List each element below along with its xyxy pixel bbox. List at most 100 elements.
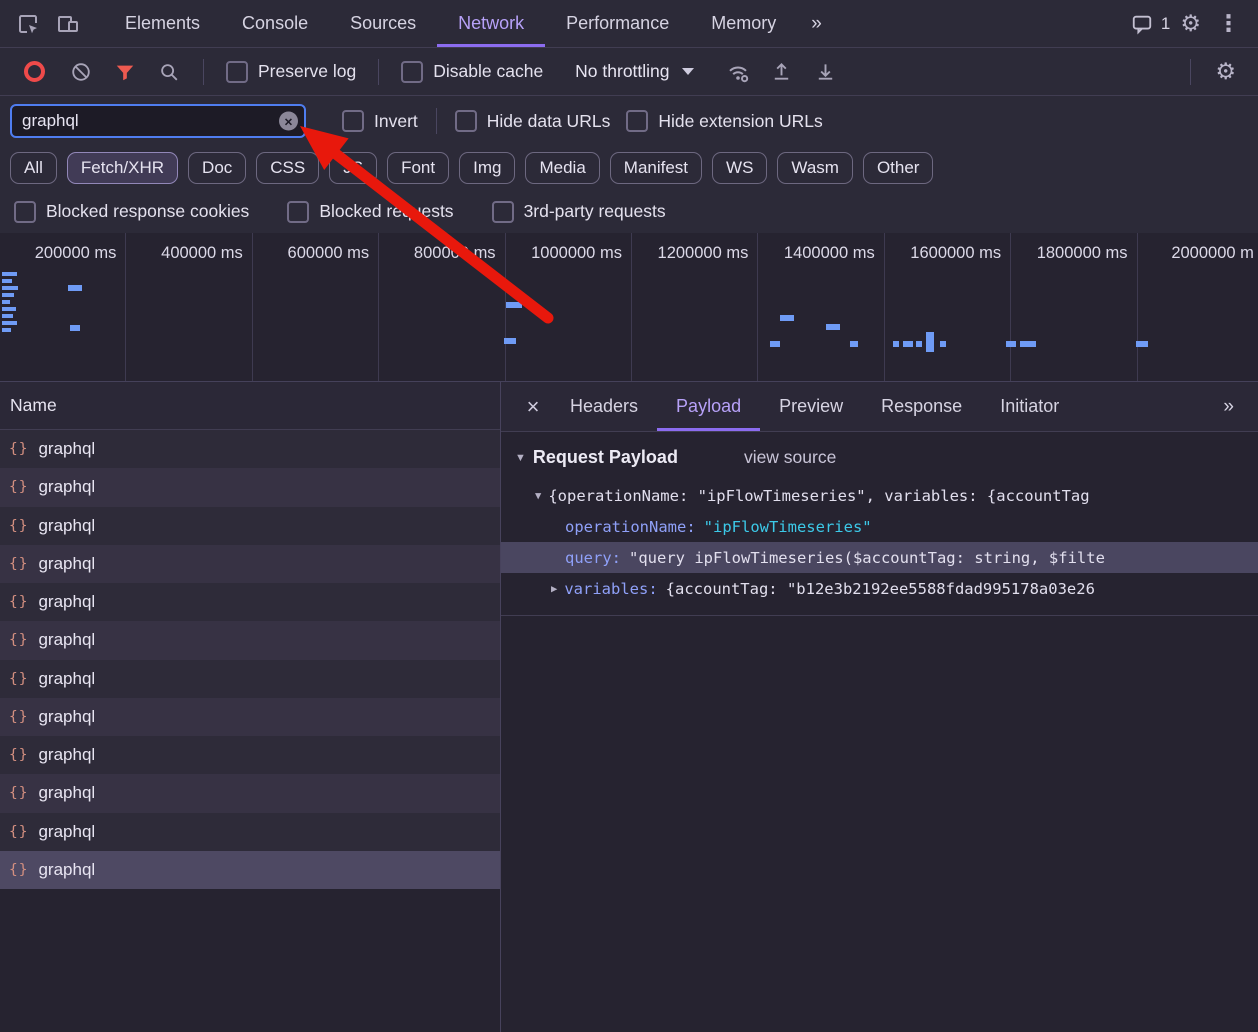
- request-row[interactable]: {} graphql: [0, 621, 500, 660]
- devtools-tab[interactable]: Network: [437, 0, 546, 47]
- close-details-icon[interactable]: ×: [515, 394, 551, 420]
- third-party-requests-checkbox[interactable]: 3rd-party requests: [491, 200, 666, 223]
- request-row[interactable]: {} graphql: [0, 430, 500, 469]
- type-filter-chip[interactable]: Manifest: [609, 152, 703, 184]
- payload-variables-line[interactable]: ▶ variables: {accountTag: "b12e3b2192ee5…: [501, 573, 1258, 604]
- waterfall-bar: [70, 325, 80, 331]
- disclosure-expanded-icon[interactable]: ▼: [515, 452, 526, 464]
- details-tab[interactable]: Headers: [551, 382, 657, 431]
- request-row[interactable]: {} graphql: [0, 583, 500, 622]
- view-source-link[interactable]: view source: [744, 447, 836, 468]
- fetch-xhr-icon: {}: [9, 861, 29, 878]
- type-filter-chip[interactable]: Font: [387, 152, 450, 184]
- network-settings-gear-icon[interactable]: ⚙: [1205, 60, 1246, 83]
- waterfall-bar: [1020, 341, 1036, 347]
- filter-funnel-icon[interactable]: [105, 52, 145, 92]
- throttling-select[interactable]: No throttling: [575, 61, 694, 82]
- import-har-icon[interactable]: [762, 52, 802, 92]
- devtools-tab[interactable]: Memory: [690, 0, 797, 47]
- type-filter-chip[interactable]: WS: [712, 152, 768, 184]
- details-tab[interactable]: Payload: [657, 382, 761, 431]
- type-filter-chip[interactable]: Other: [862, 152, 934, 184]
- devtools-tab[interactable]: Elements: [104, 0, 221, 47]
- payload-root-preview: {operationName: "ipFlowTimeseries", vari…: [548, 486, 1090, 505]
- payload-root-line[interactable]: ▼ {operationName: "ipFlowTimeseries", va…: [501, 480, 1258, 511]
- disable-cache-checkbox[interactable]: Disable cache: [401, 60, 543, 83]
- type-filter-chip[interactable]: All: [10, 152, 57, 184]
- hide-data-urls-checkbox[interactable]: Hide data URLs: [454, 110, 610, 132]
- type-filter-chip[interactable]: Fetch/XHR: [66, 152, 179, 184]
- waterfall-bar: [2, 293, 14, 297]
- json-key: query:: [565, 548, 621, 567]
- type-filter-chip[interactable]: Media: [525, 152, 600, 184]
- request-row[interactable]: {} graphql: [0, 468, 500, 507]
- section-title: Request Payload: [532, 447, 678, 467]
- details-tab[interactable]: Preview: [760, 382, 862, 431]
- fetch-xhr-icon: {}: [9, 708, 29, 725]
- request-row[interactable]: {} graphql: [0, 736, 500, 775]
- filter-row: × Invert Hide data URLs Hide extension U…: [0, 96, 1258, 146]
- type-filter-chip[interactable]: Wasm: [777, 152, 853, 184]
- request-row[interactable]: {} graphql: [0, 850, 500, 889]
- filter-input[interactable]: [10, 104, 306, 138]
- fetch-xhr-icon: {}: [9, 517, 29, 534]
- disclosure-collapsed-icon[interactable]: ▶: [551, 583, 557, 595]
- devtools-tab[interactable]: Console: [221, 0, 329, 47]
- request-row[interactable]: {} graphql: [0, 697, 500, 736]
- waterfall-bars: [0, 233, 1258, 381]
- device-toolbar-icon[interactable]: [48, 4, 88, 44]
- invert-checkbox[interactable]: Invert: [342, 110, 418, 132]
- clear-filter-icon[interactable]: ×: [279, 111, 298, 131]
- type-filter-chip[interactable]: JS: [329, 152, 378, 184]
- type-filter-chip[interactable]: CSS: [256, 152, 320, 184]
- details-tab[interactable]: Response: [862, 382, 981, 431]
- request-row[interactable]: {} graphql: [0, 506, 500, 545]
- clear-button[interactable]: [61, 52, 101, 92]
- request-row[interactable]: {} graphql: [0, 544, 500, 583]
- type-filter-chip[interactable]: Img: [459, 152, 516, 184]
- blocked-response-cookies-checkbox[interactable]: Blocked response cookies: [14, 200, 249, 223]
- request-details-pane: × Headers Payload Preview Response Initiator…: [501, 382, 1258, 1032]
- devtools-tab[interactable]: Performance: [545, 0, 690, 47]
- request-row[interactable]: {} graphql: [0, 812, 500, 851]
- more-tabs-icon[interactable]: »: [797, 13, 836, 35]
- network-conditions-icon[interactable]: [718, 52, 758, 92]
- fetch-xhr-icon: {}: [9, 632, 29, 649]
- waterfall-bar: [926, 332, 934, 352]
- inspect-element-icon[interactable]: [8, 4, 48, 44]
- fetch-xhr-icon: {}: [9, 823, 29, 840]
- divider: [501, 615, 1258, 616]
- payload-query-line[interactable]: query: "query ipFlowTimeseries($accountT…: [501, 542, 1258, 573]
- waterfall-overview[interactable]: 200000 ms 400000 ms 600000 ms 800000 ms 1000…: [0, 233, 1258, 382]
- export-har-icon[interactable]: [806, 52, 846, 92]
- devtools-tab[interactable]: Sources: [329, 0, 437, 47]
- payload-tree: ▼ {operationName: "ipFlowTimeseries", va…: [501, 480, 1258, 616]
- blocked-requests-checkbox[interactable]: Blocked requests: [287, 200, 454, 223]
- checkbox-box: [491, 200, 514, 223]
- waterfall-bar: [2, 272, 17, 276]
- search-icon[interactable]: [149, 52, 189, 92]
- waterfall-bar: [893, 341, 899, 347]
- waterfall-bar: [2, 300, 10, 304]
- request-row[interactable]: {} graphql: [0, 774, 500, 813]
- waterfall-bar: [1006, 341, 1016, 347]
- record-button[interactable]: [24, 61, 45, 82]
- disclosure-expanded-icon[interactable]: ▼: [535, 490, 541, 502]
- waterfall-bar: [2, 279, 12, 283]
- request-name: graphql: [38, 821, 96, 841]
- settings-gear-icon[interactable]: ⚙: [1180, 12, 1201, 35]
- request-row[interactable]: {} graphql: [0, 659, 500, 698]
- waterfall-bar: [2, 286, 18, 290]
- hide-extension-urls-checkbox[interactable]: Hide extension URLs: [626, 110, 823, 132]
- waterfall-bar: [68, 285, 82, 291]
- chat-bubble-icon: [1132, 15, 1152, 34]
- name-column-header[interactable]: Name: [0, 382, 500, 430]
- more-details-tabs-icon[interactable]: »: [1223, 396, 1258, 418]
- issues-button[interactable]: 1: [1131, 13, 1170, 35]
- preserve-log-checkbox[interactable]: Preserve log: [226, 60, 356, 83]
- request-name: graphql: [38, 553, 96, 573]
- details-tab[interactable]: Initiator: [981, 382, 1078, 431]
- payload-operation-name-line[interactable]: operationName: "ipFlowTimeseries": [501, 511, 1258, 542]
- type-filter-chip[interactable]: Doc: [188, 152, 247, 184]
- kebab-menu-icon[interactable]: ⋮: [1211, 12, 1246, 35]
